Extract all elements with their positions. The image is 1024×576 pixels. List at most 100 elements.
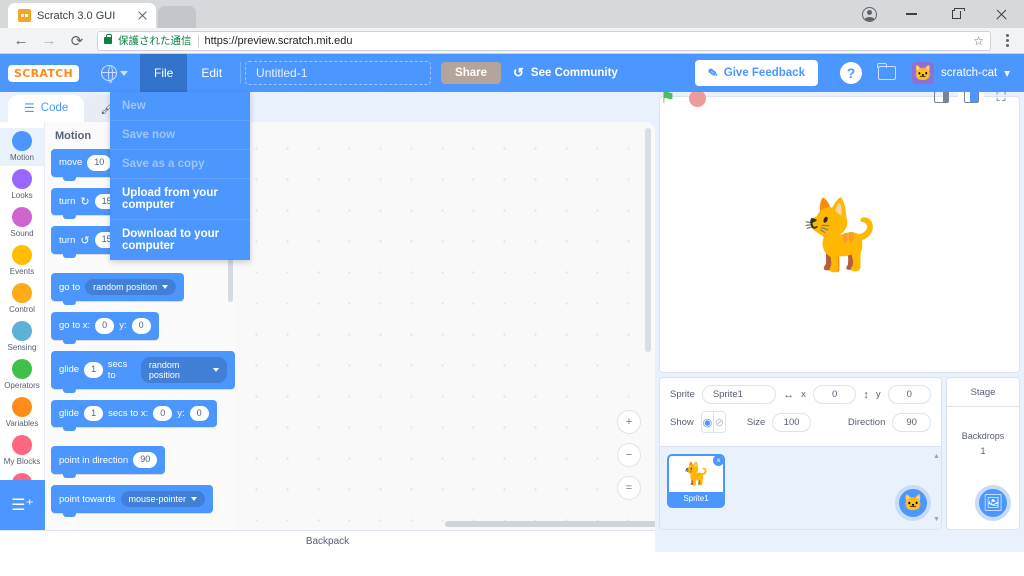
stop-button[interactable] — [689, 89, 707, 107]
category-label: Motion — [9, 153, 34, 162]
stage[interactable]: 🐈 — [659, 96, 1020, 373]
bottom-bar: Backpack — [0, 530, 1024, 552]
browser-menu-button[interactable] — [998, 30, 1016, 52]
menu-bar-right: ? scratch-cat ▾ — [818, 62, 1024, 84]
close-icon[interactable] — [136, 9, 150, 23]
sprite-card-sprite1[interactable]: × 🐈 Sprite1 — [667, 454, 725, 508]
block-input[interactable]: 0 — [153, 405, 173, 422]
reload-button[interactable]: ⟳ — [64, 30, 90, 52]
block-input[interactable]: 0 — [189, 405, 209, 422]
block-input[interactable]: 1 — [84, 405, 104, 422]
block-label: point in direction — [59, 454, 129, 466]
add-extension-icon: ☰⁺ — [11, 497, 34, 514]
category-motion[interactable]: Motion — [0, 128, 44, 166]
category-sound[interactable]: Sound — [0, 204, 44, 242]
address-bar[interactable]: 保護された通信 https://preview.scratch.mit.edu … — [97, 30, 991, 51]
maximize-button[interactable] — [934, 0, 979, 28]
share-button[interactable]: Share — [441, 62, 502, 84]
language-selector[interactable] — [89, 54, 140, 92]
category-label: Looks — [11, 191, 33, 200]
scratch-favicon-icon — [18, 9, 31, 22]
workspace-horizontal-scrollbar[interactable] — [445, 521, 655, 527]
add-sprite-button[interactable]: 🐱 — [895, 485, 931, 521]
lock-icon — [104, 33, 112, 44]
give-feedback-button[interactable]: ✎ Give Feedback — [694, 60, 818, 86]
block-glide-to-xy[interactable]: glide 1 secs to x: 0 y: 0 — [51, 399, 217, 432]
avatar — [911, 62, 934, 84]
category-label: Variables — [5, 419, 39, 428]
profile-button[interactable] — [849, 0, 889, 28]
block-input[interactable]: 10 — [87, 155, 112, 171]
block-input[interactable]: 90 — [133, 452, 158, 469]
category-operators[interactable]: Operators — [0, 356, 44, 394]
sprite-x-input[interactable]: 0 — [812, 385, 857, 404]
zoom-controls: + − = — [617, 410, 641, 500]
add-backdrop-button[interactable]: 🖼 — [975, 485, 1011, 521]
sprite-direction-input[interactable]: 90 — [892, 412, 931, 432]
stage-selector[interactable]: Stage Backdrops 1 🖼 — [946, 377, 1020, 530]
category-events[interactable]: Events — [0, 242, 44, 280]
file-menu-item-new[interactable]: New — [110, 92, 250, 121]
divider — [240, 62, 242, 84]
menu-edit[interactable]: Edit — [187, 54, 236, 92]
file-menu-item-upload[interactable]: Upload from your computer — [110, 179, 250, 220]
bookmark-star-icon[interactable]: ☆ — [973, 34, 984, 48]
block-dropdown[interactable]: random position — [140, 356, 227, 383]
scratch-cat-sprite[interactable]: 🐈 — [797, 201, 882, 269]
show-off-button[interactable]: ⊘ — [713, 412, 725, 432]
scratch-menu-bar: SCRATCH File Edit Untitled-1 Share ↺ See… — [0, 54, 1024, 260]
new-tab-button[interactable] — [158, 6, 196, 28]
account-menu[interactable]: scratch-cat ▾ — [911, 62, 1010, 84]
workspace-vertical-scrollbar[interactable] — [645, 128, 651, 352]
file-menu-item-save-now[interactable]: Save now — [110, 121, 250, 150]
block-glide-to[interactable]: glide 1 secs to random position — [51, 350, 235, 393]
browser-tab[interactable]: Scratch 3.0 GUI — [8, 3, 156, 28]
block-input[interactable]: 0 — [95, 318, 115, 334]
delete-sprite-icon[interactable]: × — [712, 456, 723, 467]
category-label: Events — [9, 267, 35, 276]
category-sensing[interactable]: Sensing — [0, 318, 44, 356]
add-backdrop-icon: 🖼 — [982, 495, 1004, 512]
sprite-y-input[interactable]: 0 — [887, 385, 931, 404]
category-color-dot — [12, 397, 32, 417]
category-looks[interactable]: Looks — [0, 166, 44, 204]
see-community-button[interactable]: ↺ See Community — [513, 65, 618, 81]
back-button[interactable]: ← — [8, 30, 34, 52]
block-go-to-xy[interactable]: go to x: 0 y: 0 — [51, 312, 159, 344]
add-extension-button[interactable]: ☰⁺ — [0, 480, 45, 530]
category-my-blocks[interactable]: My Blocks — [0, 432, 44, 470]
zoom-in-button[interactable]: + — [617, 410, 641, 434]
stage-selector-title: Stage — [947, 378, 1019, 407]
show-on-button[interactable]: ◉ — [701, 412, 714, 432]
sprite-name-input[interactable]: Sprite1 — [701, 385, 777, 404]
forward-button[interactable]: → — [36, 30, 62, 52]
category-control[interactable]: Control — [0, 280, 44, 318]
window-close-button[interactable] — [979, 0, 1024, 28]
menu-file[interactable]: File — [140, 54, 188, 92]
help-icon[interactable]: ? — [839, 62, 862, 84]
zoom-out-button[interactable]: − — [617, 443, 641, 467]
folder-icon[interactable] — [877, 63, 896, 80]
block-input[interactable]: 0 — [131, 318, 151, 334]
sprite-size-input[interactable]: 100 — [772, 412, 811, 432]
sprite-list-scrollbar[interactable]: ▲ ▼ — [933, 453, 940, 523]
code-workspace[interactable]: + − = — [235, 122, 655, 530]
block-dropdown[interactable]: mouse-pointer — [120, 491, 206, 508]
scratch-logo[interactable]: SCRATCH — [8, 64, 80, 82]
block-label: move — [59, 157, 83, 169]
block-dropdown[interactable]: random position — [85, 279, 177, 296]
backpack-bar[interactable]: Backpack — [0, 530, 655, 552]
file-menu-item-download[interactable]: Download to your computer — [110, 220, 250, 260]
project-title-input[interactable]: Untitled-1 — [245, 61, 432, 85]
block-input[interactable]: 1 — [84, 361, 103, 378]
file-menu-item-save-as-copy[interactable]: Save as a copy — [110, 150, 250, 179]
category-color-dot — [12, 321, 32, 341]
block-go-to[interactable]: go to random position — [51, 273, 185, 306]
minimize-button[interactable] — [889, 0, 934, 28]
block-point-towards[interactable]: point towards mouse-pointer — [51, 485, 214, 518]
tab-code[interactable]: ☰ Code — [8, 95, 85, 122]
block-point-in-direction[interactable]: point in direction 90 — [51, 446, 166, 478]
category-variables[interactable]: Variables — [0, 394, 44, 432]
block-label: secs to — [107, 358, 128, 381]
zoom-reset-button[interactable]: = — [617, 476, 641, 500]
